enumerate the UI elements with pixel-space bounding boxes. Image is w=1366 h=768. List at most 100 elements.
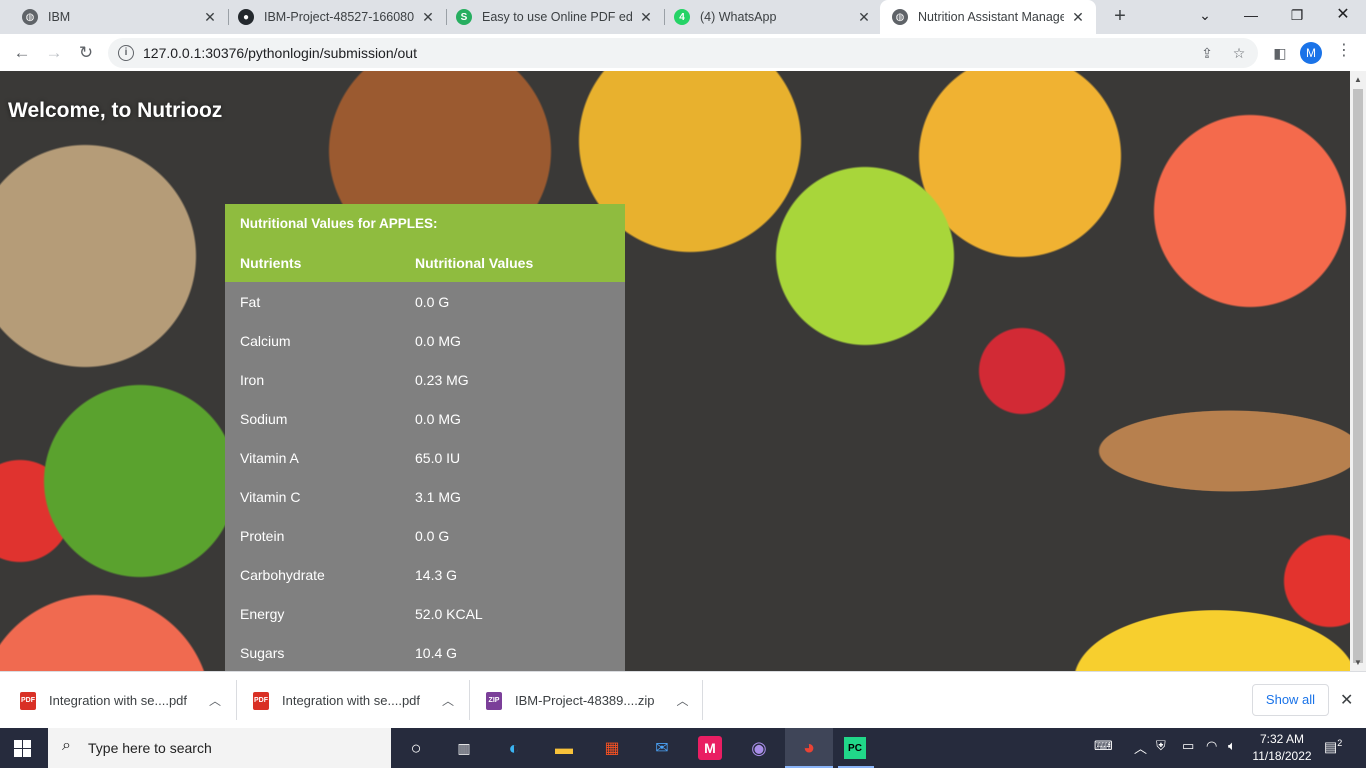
download-item[interactable]: PDF Integration with se....pdf ︿ [233, 672, 469, 729]
whatsapp-icon: 4 [674, 9, 690, 25]
nutrient-value: 0.23 MG [415, 372, 469, 388]
store-icon[interactable]: ▦ [598, 734, 626, 762]
menu-kebab-icon[interactable]: ⋮ [1336, 40, 1352, 60]
tab-whatsapp[interactable]: 4 (4) WhatsApp ✕ [664, 0, 882, 34]
column-header: Nutritional Values [415, 255, 534, 271]
edge-icon[interactable]: ◐ [500, 734, 528, 762]
maximize-button[interactable]: ❐ [1274, 0, 1320, 34]
pycharm-icon[interactable]: PC [844, 737, 866, 759]
volume-icon[interactable]: 🔈︎ [1228, 738, 1236, 754]
show-all-button[interactable]: Show all [1252, 684, 1329, 716]
zip-archive-icon: ZIP [486, 691, 502, 710]
bookmark-star-icon[interactable]: ☆ [1230, 44, 1248, 62]
scroll-up-icon[interactable]: ▲ [1354, 75, 1362, 84]
task-view-icon[interactable]: ▥ [450, 734, 478, 762]
wifi-icon[interactable]: ◠ [1206, 738, 1217, 754]
nutrient-value: 0.0 MG [415, 411, 461, 427]
nutrient-name: Vitamin A [240, 450, 299, 466]
battery-icon[interactable]: ▭ [1182, 738, 1194, 754]
reload-button[interactable]: ↻ [72, 39, 100, 67]
nutrient-value: 65.0 IU [415, 450, 461, 466]
new-tab-button[interactable]: + [1108, 5, 1132, 29]
nutrient-value: 14.3 G [415, 567, 458, 583]
download-filename: Integration with se....pdf [282, 693, 421, 708]
close-tab-icon[interactable]: ✕ [856, 9, 872, 25]
forward-button[interactable]: → [40, 39, 68, 67]
download-filename: Integration with se....pdf [49, 693, 188, 708]
chevron-up-icon[interactable]: ︿ [442, 692, 454, 709]
nutrient-value: 52.0 KCAL [415, 606, 483, 622]
nutrient-value: 3.1 MG [415, 489, 461, 505]
nutrient-value: 0.0 G [415, 294, 450, 310]
security-icon[interactable]: ⛨ [1156, 738, 1166, 754]
system-clock[interactable]: 7:32 AM 11/18/2022 [1252, 731, 1312, 765]
tab-search-icon[interactable]: ⌄ [1182, 0, 1228, 34]
nutrient-name: Calcium [240, 333, 291, 349]
url-text[interactable]: 127.0.0.1:30376/pythonlogin/submission/o… [143, 45, 417, 61]
table-row: Vitamin C 3.1 MG [225, 477, 625, 516]
nutrition-table: Nutritional Values for APPLES: Nutrients… [225, 204, 625, 671]
table-row: Vitamin A 65.0 IU [225, 438, 625, 477]
nutrient-name: Sugars [240, 645, 285, 661]
tab-strip: ◍ IBM ✕ ● IBM-Project-48527-1660808 ✕ S … [0, 0, 1366, 34]
profile-avatar[interactable]: M [1300, 42, 1322, 64]
github-desktop-icon[interactable]: ◉ [745, 734, 773, 762]
search-placeholder: Type here to search [88, 740, 212, 756]
chevron-up-icon[interactable]: ︿ [209, 692, 221, 709]
chevron-up-icon[interactable]: ︿ [1134, 738, 1147, 757]
close-tab-icon[interactable]: ✕ [420, 9, 436, 25]
file-explorer-icon[interactable]: ▬ [550, 734, 578, 762]
download-item[interactable]: ZIP IBM-Project-48389....zip ︿ [466, 672, 702, 729]
tab-nutrition-assistant[interactable]: ◍ Nutrition Assistant Manager ✕ [880, 0, 1096, 34]
close-shelf-icon[interactable]: ✕ [1340, 690, 1353, 710]
minimize-button[interactable]: — [1228, 0, 1274, 34]
browser-toolbar: ← → ↻ i 127.0.0.1:30376/pythonlogin/subm… [0, 34, 1366, 71]
column-header: Nutrients [240, 255, 302, 271]
close-tab-icon[interactable]: ✕ [638, 9, 654, 25]
close-window-button[interactable]: ✕ [1320, 0, 1366, 34]
github-icon: ● [238, 9, 254, 25]
keyboard-icon[interactable]: ⌨ [1094, 738, 1113, 754]
table-caption: Nutritional Values for APPLES: [240, 216, 438, 231]
table-header-row: Nutrients Nutritional Values [225, 243, 625, 282]
page-viewport: Welcome, to Nutriooz Nutritional Values … [0, 71, 1350, 671]
address-bar[interactable]: i 127.0.0.1:30376/pythonlogin/submission… [108, 38, 1258, 68]
close-tab-icon[interactable]: ✕ [202, 9, 218, 25]
table-row: Fat 0.0 G [225, 282, 625, 321]
download-filename: IBM-Project-48389....zip [515, 693, 655, 708]
windows-taskbar: ⌕ Type here to search ○ ▥ ◐ ▬ ▦ ✉ M ◉ ◕ … [0, 728, 1366, 768]
date-text: 11/18/2022 [1252, 749, 1312, 763]
pdf-file-icon: PDF [20, 691, 36, 710]
download-item[interactable]: PDF Integration with se....pdf ︿ [0, 672, 236, 729]
page-scrollbar[interactable]: ▲ ▼ [1350, 71, 1366, 671]
windows-start-icon[interactable] [14, 740, 31, 757]
table-row: Iron 0.23 MG [225, 360, 625, 399]
side-panel-icon[interactable]: ◧ [1266, 39, 1294, 67]
welcome-heading: Welcome, to Nutriooz [8, 99, 223, 122]
nutrient-value: 10.4 G [415, 645, 458, 661]
back-button[interactable]: ← [8, 39, 36, 67]
nutrient-name: Carbohydrate [240, 567, 325, 583]
taskbar-search-box[interactable]: ⌕ Type here to search [48, 728, 391, 768]
close-tab-icon[interactable]: ✕ [1070, 9, 1086, 25]
nutrient-name: Protein [240, 528, 285, 544]
scroll-thumb[interactable] [1353, 89, 1363, 663]
scroll-down-icon[interactable]: ▼ [1354, 658, 1362, 667]
notification-center-icon[interactable]: ▤2 [1324, 738, 1342, 756]
cortana-icon[interactable]: ○ [402, 734, 430, 762]
chrome-icon[interactable]: ◕ [795, 734, 823, 762]
info-icon[interactable]: i [118, 45, 134, 61]
nutrient-name: Iron [240, 372, 265, 388]
table-row: Protein 0.0 G [225, 516, 625, 555]
table-row: Calcium 0.0 MG [225, 321, 625, 360]
nutrient-name: Energy [240, 606, 285, 622]
table-row: Carbohydrate 14.3 G [225, 555, 625, 594]
tab-pdf-editor[interactable]: S Easy to use Online PDF edito ✕ [446, 0, 664, 34]
mcafee-icon[interactable]: M [698, 736, 722, 760]
mail-icon[interactable]: ✉ [648, 734, 676, 762]
chevron-up-icon[interactable]: ︿ [676, 692, 688, 709]
tab-ibm-project[interactable]: ● IBM-Project-48527-1660808 ✕ [228, 0, 446, 34]
tab-ibm[interactable]: ◍ IBM ✕ [0, 0, 228, 34]
share-icon[interactable]: ⇪ [1198, 44, 1216, 62]
nutrient-name: Fat [240, 294, 261, 310]
